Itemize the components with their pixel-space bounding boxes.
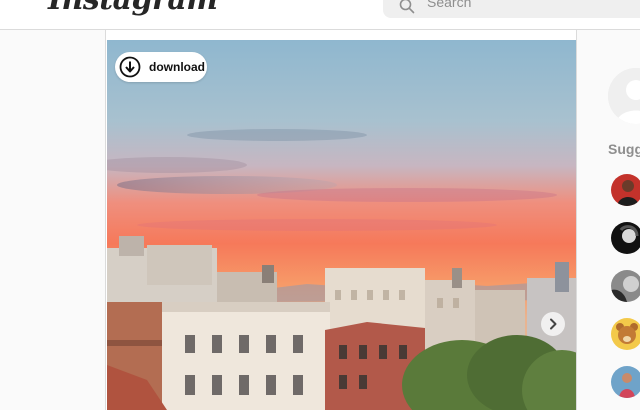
suggestion-avatar[interactable] bbox=[611, 222, 640, 254]
avatar-blue bbox=[611, 366, 640, 398]
default-avatar-icon bbox=[608, 68, 640, 124]
suggestion-avatar[interactable] bbox=[611, 174, 640, 206]
suggestions-title: Suggestions For You bbox=[608, 141, 640, 157]
download-icon bbox=[119, 56, 141, 78]
suggestion-avatar[interactable] bbox=[611, 270, 640, 302]
avatar-gray bbox=[611, 270, 640, 302]
feed-post: download bbox=[105, 30, 577, 410]
suggestion-avatar[interactable] bbox=[611, 366, 640, 398]
avatar-red bbox=[611, 174, 640, 206]
download-button[interactable]: download bbox=[115, 52, 207, 82]
avatar-dark bbox=[611, 222, 640, 254]
avatar-bear bbox=[611, 318, 640, 350]
search-box[interactable] bbox=[383, 0, 640, 18]
suggestion-avatar[interactable] bbox=[611, 318, 640, 350]
search-icon bbox=[399, 0, 415, 14]
post-photo[interactable] bbox=[107, 40, 576, 410]
download-label: download bbox=[149, 60, 205, 74]
search-input[interactable] bbox=[427, 0, 627, 18]
next-photo-button[interactable] bbox=[541, 312, 565, 336]
sunset-city-photo bbox=[107, 40, 576, 410]
profile-avatar[interactable] bbox=[608, 68, 640, 124]
top-bar: Instagram bbox=[0, 0, 640, 30]
chevron-right-icon bbox=[550, 318, 557, 330]
instagram-logo[interactable]: Instagram bbox=[48, 0, 218, 17]
